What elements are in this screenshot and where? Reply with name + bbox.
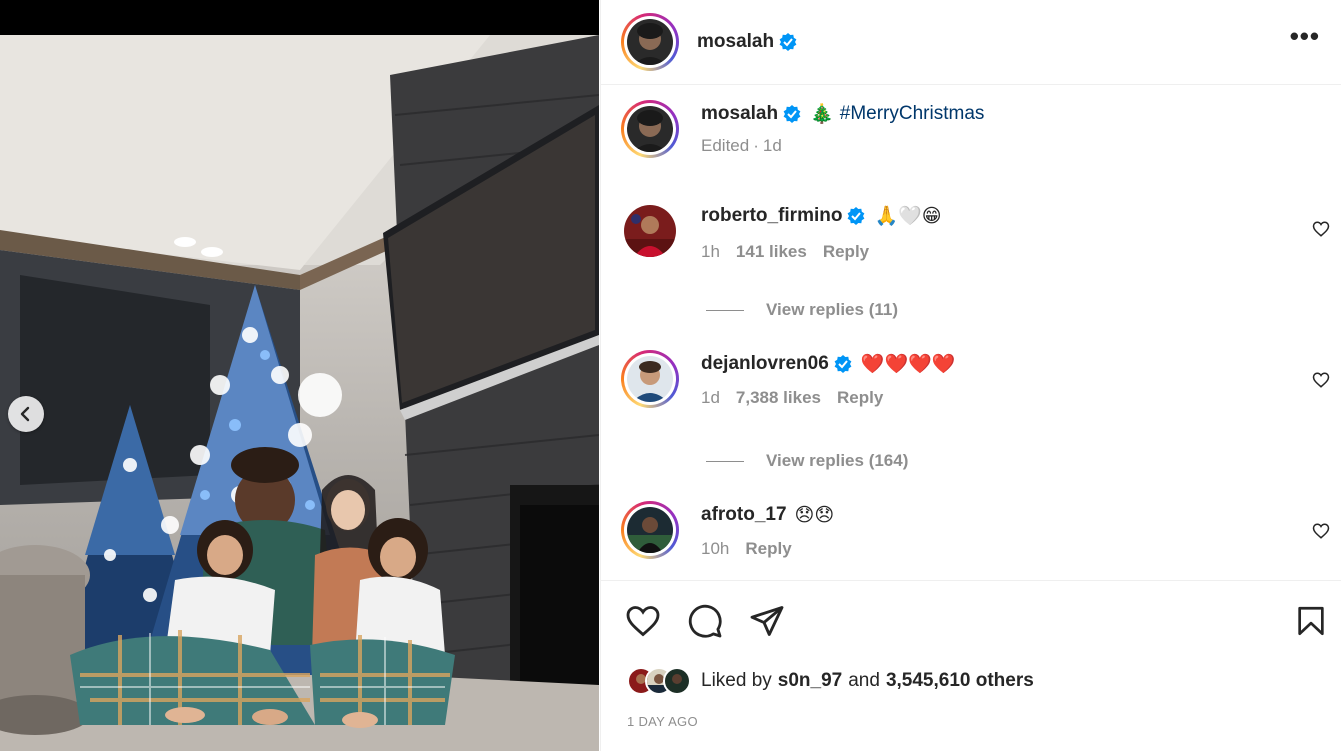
caption-avatar[interactable] — [621, 100, 679, 158]
reply-button[interactable]: Reply — [837, 388, 883, 408]
comment-item: afroto_17 😞😞 10h Reply — [621, 501, 834, 559]
post-media — [0, 0, 599, 751]
comment-time[interactable]: 10h — [701, 539, 729, 559]
comment-item: roberto_firmino 🙏🤍😁 1h 141 likes Reply — [621, 202, 942, 262]
comment-time[interactable]: 1h — [701, 242, 720, 262]
commenter-avatar[interactable] — [621, 501, 679, 559]
divider — [706, 309, 744, 311]
bookmark-icon — [1298, 606, 1324, 636]
heart-icon[interactable] — [1312, 522, 1330, 540]
reply-button[interactable]: Reply — [823, 242, 869, 262]
divider — [706, 460, 744, 462]
commenter-avatar[interactable] — [624, 205, 676, 257]
save-button[interactable] — [1294, 603, 1328, 644]
verified-badge-icon — [848, 207, 865, 225]
like-button[interactable] — [625, 603, 661, 644]
verified-badge-icon — [779, 33, 797, 51]
view-replies-button[interactable]: View replies (164) — [706, 451, 908, 471]
author-username[interactable]: mosalah — [697, 31, 774, 53]
caption-username[interactable]: mosalah — [701, 103, 778, 125]
send-icon — [750, 606, 784, 636]
post-actions: Liked by s0n_97 and 3,545,610 others 1 D… — [601, 580, 1341, 751]
caption-emoji: 🎄 — [810, 104, 834, 125]
comment-likes[interactable]: 141 likes — [736, 242, 807, 262]
post-photo[interactable] — [0, 35, 599, 751]
previous-photo-button[interactable] — [8, 396, 44, 432]
heart-icon — [626, 606, 660, 637]
comment-text: 🙏🤍😁 — [874, 206, 942, 227]
reply-button[interactable]: Reply — [745, 539, 791, 559]
commenter-avatar[interactable] — [621, 350, 679, 408]
comment-username[interactable]: afroto_17 — [701, 504, 787, 526]
comment-icon — [688, 604, 722, 638]
edited-label: Edited — [701, 136, 750, 155]
liked-by: Liked by s0n_97 and 3,545,610 others — [627, 667, 1034, 695]
post-timestamp[interactable]: 1 DAY AGO — [627, 714, 698, 729]
comment-time[interactable]: 1d — [701, 388, 720, 408]
comment-button[interactable] — [687, 603, 723, 644]
comment-text: ❤️❤️❤️❤️ — [860, 354, 956, 375]
heart-icon[interactable] — [1312, 371, 1330, 389]
author-avatar[interactable] — [621, 13, 679, 71]
heart-icon[interactable] — [1312, 220, 1330, 238]
caption-hashtag[interactable]: #MerryChristmas — [840, 103, 985, 125]
post-age[interactable]: 1d — [763, 136, 782, 156]
comment-username[interactable]: roberto_firmino — [701, 205, 842, 227]
chevron-left-icon — [20, 406, 30, 422]
comment-text: 😞😞 — [794, 504, 835, 526]
post-caption: mosalah 🎄 #MerryChristmas Edited · 1d — [621, 100, 984, 158]
post-header: mosalah ••• — [601, 0, 1341, 85]
more-options-button[interactable]: ••• — [1290, 23, 1320, 49]
liker-avatars[interactable] — [627, 667, 691, 695]
comment-item: dejanlovren06 ❤️❤️❤️❤️ 1d 7,388 likes Re… — [621, 350, 955, 408]
verified-badge-icon — [834, 355, 852, 373]
comments-list: mosalah 🎄 #MerryChristmas Edited · 1d ro… — [601, 86, 1341, 580]
avatar — [663, 667, 691, 695]
view-replies-button[interactable]: View replies (11) — [706, 300, 898, 320]
meta-separator: · — [753, 136, 759, 155]
liked-by-user[interactable]: s0n_97 — [778, 670, 842, 692]
comment-username[interactable]: dejanlovren06 — [701, 353, 829, 375]
share-button[interactable] — [749, 603, 785, 644]
liked-by-prefix: Liked by — [701, 670, 772, 691]
view-replies-label: View replies (11) — [766, 300, 898, 319]
view-replies-label: View replies (164) — [766, 451, 909, 470]
post-side-panel: mosalah ••• mosalah 🎄 #MerryChristmas Ed… — [600, 0, 1341, 751]
liked-by-and: and — [848, 670, 880, 691]
likes-count[interactable]: 3,545,610 others — [886, 670, 1034, 692]
verified-badge-icon — [783, 105, 801, 123]
comment-likes[interactable]: 7,388 likes — [736, 388, 821, 408]
